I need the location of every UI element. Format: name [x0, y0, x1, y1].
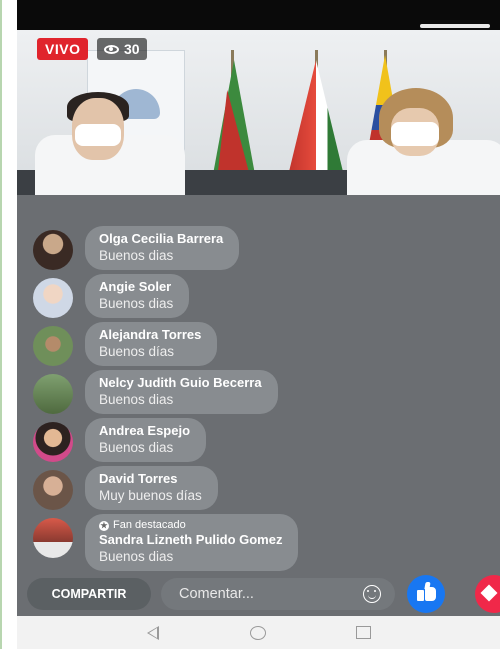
home-icon[interactable] [250, 626, 266, 640]
comment-author[interactable]: Nelcy Judith Guio Becerra [99, 375, 262, 391]
avatar[interactable] [33, 470, 73, 510]
back-icon[interactable] [147, 626, 159, 640]
recent-apps-icon[interactable] [356, 626, 371, 639]
thumbs-up-icon-hand [425, 587, 436, 601]
avatar[interactable] [33, 278, 73, 318]
comment-text: Muy buenos días [99, 488, 202, 503]
fan-badge-label: Fan destacado [113, 519, 186, 531]
emoji-icon[interactable] [363, 585, 381, 603]
live-badge: VIVO [37, 38, 89, 60]
android-nav-bar [17, 616, 500, 649]
comment-text: Buenos dias [99, 392, 174, 407]
avatar[interactable] [33, 230, 73, 270]
avatar[interactable] [33, 518, 73, 558]
comment-author[interactable]: Andrea Espejo [99, 423, 190, 439]
live-video[interactable] [17, 30, 500, 195]
status-bar [17, 0, 500, 30]
eye-icon [104, 44, 119, 54]
comment-placeholder: Comentar... [179, 586, 254, 602]
presenter-left-mask [75, 124, 121, 146]
viewer-count: 30 [97, 38, 147, 60]
share-button[interactable]: COMPARTIR [27, 578, 151, 610]
comment-bubble: ★ Fan destacado Sandra Lizneth Pulido Go… [85, 514, 299, 571]
action-bar: COMPARTIR Comentar... [17, 572, 500, 616]
comment-text: Buenos dias [99, 549, 174, 564]
comment-author[interactable]: Sandra Lizneth Pulido Gomez [99, 532, 282, 548]
viewer-count-value: 30 [124, 41, 140, 57]
phone-screen: VIVO 30 Olga Cecilia Barrera Buenos dias… [17, 0, 500, 649]
comment-bubble: Angie Soler Buenos dias [85, 274, 190, 318]
comment-text: Buenos dias [99, 296, 174, 311]
comment-text: Buenos días [99, 344, 175, 359]
comment-author[interactable]: Angie Soler [99, 279, 173, 295]
thumbs-up-icon [417, 590, 424, 601]
comment-author[interactable]: David Torres [99, 471, 202, 487]
status-pill [420, 24, 490, 28]
avatar[interactable] [33, 374, 73, 414]
comment-text: Buenos dias [99, 440, 174, 455]
comment-bubble: Andrea Espejo Buenos dias [85, 418, 207, 462]
fan-badge: ★ Fan destacado [99, 519, 282, 532]
comment-input[interactable]: Comentar... [161, 578, 395, 610]
comment-bubble: Olga Cecilia Barrera Buenos dias [85, 226, 240, 270]
love-button[interactable] [475, 575, 500, 613]
comment-bubble: David Torres Muy buenos días [85, 466, 218, 510]
avatar[interactable] [33, 422, 73, 462]
heart-icon [480, 584, 498, 602]
avatar[interactable] [33, 326, 73, 366]
comment-text: Buenos dias [99, 248, 174, 263]
comment-author[interactable]: Olga Cecilia Barrera [99, 231, 223, 247]
comment-bubble: Alejandra Torres Buenos días [85, 322, 218, 366]
presenter-right-mask [391, 122, 439, 146]
comment-author[interactable]: Alejandra Torres [99, 327, 201, 343]
comment-bubble: Nelcy Judith Guio Becerra Buenos dias [85, 370, 278, 414]
like-button[interactable] [407, 575, 445, 613]
star-icon: ★ [99, 520, 109, 531]
